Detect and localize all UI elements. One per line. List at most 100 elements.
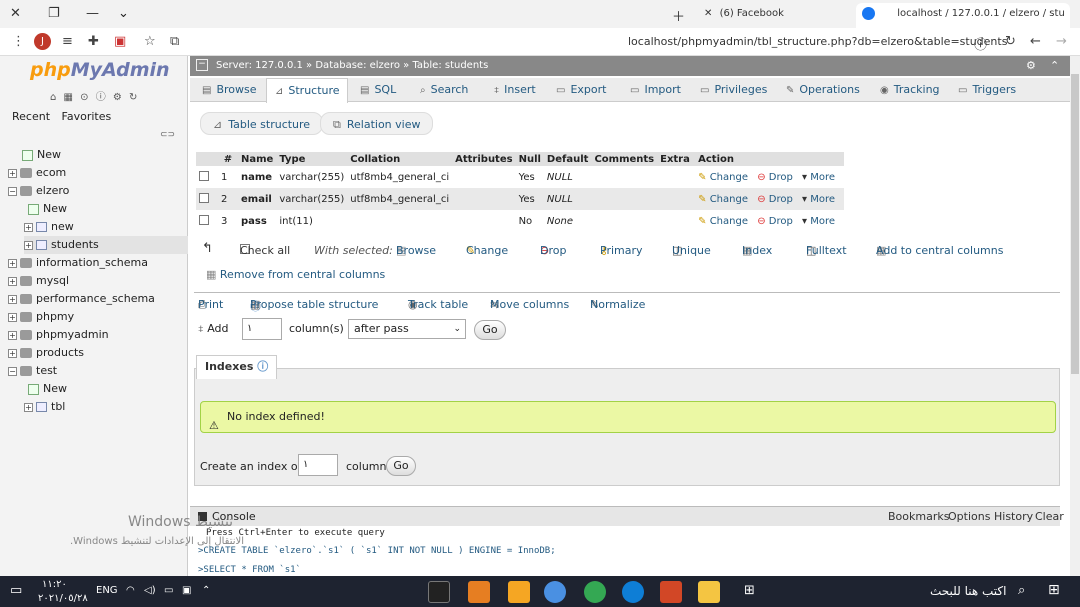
new-tab-icon[interactable]: ＋	[672, 6, 685, 25]
tab-sql[interactable]: ▤ SQL	[358, 78, 396, 102]
subtab-relation-view[interactable]: ⧉ Relation view	[320, 112, 434, 135]
page-scrollbar[interactable]	[1070, 56, 1080, 576]
tab-facebook[interactable]: ✕ (6) Facebook	[704, 5, 784, 23]
tree-item-test[interactable]: − test	[8, 362, 57, 380]
console-line[interactable]: >CREATE TABLE `elzero`.`s1` ( `s1` INT N…	[198, 546, 556, 556]
windows-start-icon[interactable]: ⊞	[1048, 582, 1060, 598]
close-icon[interactable]: ✕	[704, 8, 712, 19]
console-options[interactable]: Options	[948, 507, 990, 526]
tree-item-performance-schema[interactable]: + performance_schema	[8, 290, 155, 308]
tab-privileges[interactable]: ▭ Privileges	[698, 78, 767, 102]
restore-icon[interactable]: ❐	[48, 6, 60, 21]
search-icon[interactable]: ⌕	[1018, 583, 1025, 598]
chrome-app-icon[interactable]	[584, 581, 606, 603]
tree-item-mysql[interactable]: + mysql	[8, 272, 69, 290]
collapse-icon[interactable]: ⌃	[1050, 56, 1059, 76]
breadcrumb-table[interactable]: Table: students	[412, 60, 488, 71]
tab-phpmyadmin[interactable]: localhost / 127.0.0.1 / elzero / stu	[856, 3, 1070, 28]
clock-time[interactable]: ١١:٢٠	[42, 579, 67, 590]
console-bookmarks[interactable]: Bookmarks	[888, 507, 949, 526]
gear-icon[interactable]: ⚙	[1026, 56, 1036, 76]
pdf-icon[interactable]: ▣	[114, 34, 126, 49]
sublime-app-icon[interactable]	[508, 581, 530, 603]
breadcrumb-server[interactable]: Server: 127.0.0.1 »	[216, 60, 312, 71]
change-button[interactable]: ✎ Change	[698, 216, 748, 227]
indexes-tab[interactable]: Indexes ⓘ	[196, 355, 278, 379]
tab-import[interactable]: ▭ Import	[628, 78, 681, 102]
console-bar[interactable]: Console Bookmarks Options History Clear	[190, 506, 1064, 526]
close-icon[interactable]: ✕	[10, 6, 21, 21]
tab-insert[interactable]: ⧧ Insert	[492, 78, 536, 102]
minimize-icon[interactable]: —	[86, 6, 99, 21]
collapse-icon[interactable]: −	[196, 59, 208, 71]
tree-item-new[interactable]: New	[28, 200, 67, 218]
powerpoint-app-icon[interactable]	[660, 581, 682, 603]
console-history[interactable]: History	[994, 507, 1033, 526]
app-icon[interactable]	[544, 581, 566, 603]
battery-icon[interactable]: ▭	[164, 585, 173, 596]
tree-item-new[interactable]: New	[22, 146, 61, 164]
row-checkbox[interactable]	[199, 214, 209, 225]
tree-item-ecom[interactable]: + ecom	[8, 164, 66, 182]
avatar[interactable]: J	[34, 33, 51, 50]
tab-triggers[interactable]: ▭ Triggers	[956, 78, 1016, 102]
subtab-table-structure[interactable]: ⊿ Table structure	[200, 112, 324, 135]
terminal-app-icon[interactable]	[428, 581, 450, 603]
tab-tracking[interactable]: ◉ Tracking	[878, 78, 940, 102]
extension-icon[interactable]: ✚	[88, 34, 99, 49]
tree-item-table-new[interactable]: + new	[24, 218, 74, 236]
position-select[interactable]: after pass ⌄	[348, 319, 466, 339]
forward-icon[interactable]: →	[1056, 34, 1067, 49]
volume-icon[interactable]: ◁)	[144, 585, 156, 596]
star-icon[interactable]: ☆	[144, 34, 156, 49]
tab-operations[interactable]: ✎ Operations	[784, 78, 860, 102]
create-index-go-button[interactable]: Go	[386, 456, 416, 476]
wifi-icon[interactable]: ◠	[126, 585, 135, 596]
back-icon[interactable]: ←	[1030, 34, 1041, 49]
tree-item-elzero[interactable]: − elzero	[8, 182, 69, 200]
drop-button[interactable]: ⊖ Drop	[757, 172, 793, 183]
scrollbar-thumb[interactable]	[1071, 74, 1079, 374]
change-button[interactable]: ✎ Change	[698, 172, 748, 183]
tree-item-information-schema[interactable]: + information_schema	[8, 254, 148, 272]
playlist-icon[interactable]: ≡	[62, 34, 73, 49]
tab-favorites[interactable]: Favorites	[62, 110, 112, 123]
network-icon[interactable]: ▣	[182, 585, 191, 596]
console-line[interactable]: >SELECT * FROM `s1`	[198, 565, 301, 575]
tab-structure[interactable]: ⊿ Structure	[266, 78, 348, 103]
row-checkbox[interactable]	[199, 170, 209, 181]
file-explorer-app-icon[interactable]	[698, 581, 720, 603]
notification-icon[interactable]: ▭	[10, 583, 22, 598]
clock-date[interactable]: ٢٠٢١/٠٥/٢٨	[38, 593, 88, 604]
remove-central-button[interactable]: ▦ Remove from central columns	[206, 268, 385, 281]
language-indicator[interactable]: ENG	[96, 585, 118, 596]
column-header[interactable]: Name	[238, 152, 277, 166]
tab-search[interactable]: ⌕ Search	[418, 78, 468, 102]
index-column-count-input[interactable]: ١	[298, 454, 338, 476]
taskbar-search[interactable]: اكتب هنا للبحث	[930, 584, 1006, 598]
row-checkbox[interactable]	[199, 192, 209, 203]
xampp-app-icon[interactable]	[468, 581, 490, 603]
share-icon[interactable]: ⧉	[170, 34, 179, 49]
console-clear[interactable]: Clear	[1035, 507, 1064, 526]
console-output[interactable]: Press Ctrl+Enter to execute query >CREAT…	[190, 526, 1060, 576]
tree-item-phpmy[interactable]: + phpmy	[8, 308, 74, 326]
more-button[interactable]: ▾ More	[802, 194, 835, 205]
tab-recent[interactable]: Recent	[12, 110, 50, 123]
tree-item-tbl[interactable]: + tbl	[24, 398, 65, 416]
link-icon[interactable]: ⊂⊃	[160, 130, 175, 140]
tree-item-products[interactable]: + products	[8, 344, 84, 362]
add-go-button[interactable]: Go	[474, 320, 506, 340]
drop-button[interactable]: ⊖ Drop	[757, 216, 793, 227]
tab-browse[interactable]: ▤ Browse	[200, 78, 257, 102]
task-view-icon[interactable]: ⊞	[744, 583, 755, 598]
chevron-down-icon[interactable]: ⌄	[118, 6, 129, 21]
tree-item-students[interactable]: + students	[24, 236, 188, 254]
menu-dots-icon[interactable]: ⋮	[12, 34, 25, 49]
column-count-input[interactable]: ١	[242, 318, 282, 340]
chevron-up-icon[interactable]: ⌃	[202, 585, 210, 596]
phpmyadmin-logo[interactable]: phpMyAdmin	[30, 59, 170, 81]
tab-export[interactable]: ▭ Export	[554, 78, 606, 102]
sidebar-toolbar-icons[interactable]: ⌂ ▦ ⊙ ⓘ ⚙ ↻	[50, 88, 139, 103]
more-button[interactable]: ▾ More	[802, 216, 835, 227]
